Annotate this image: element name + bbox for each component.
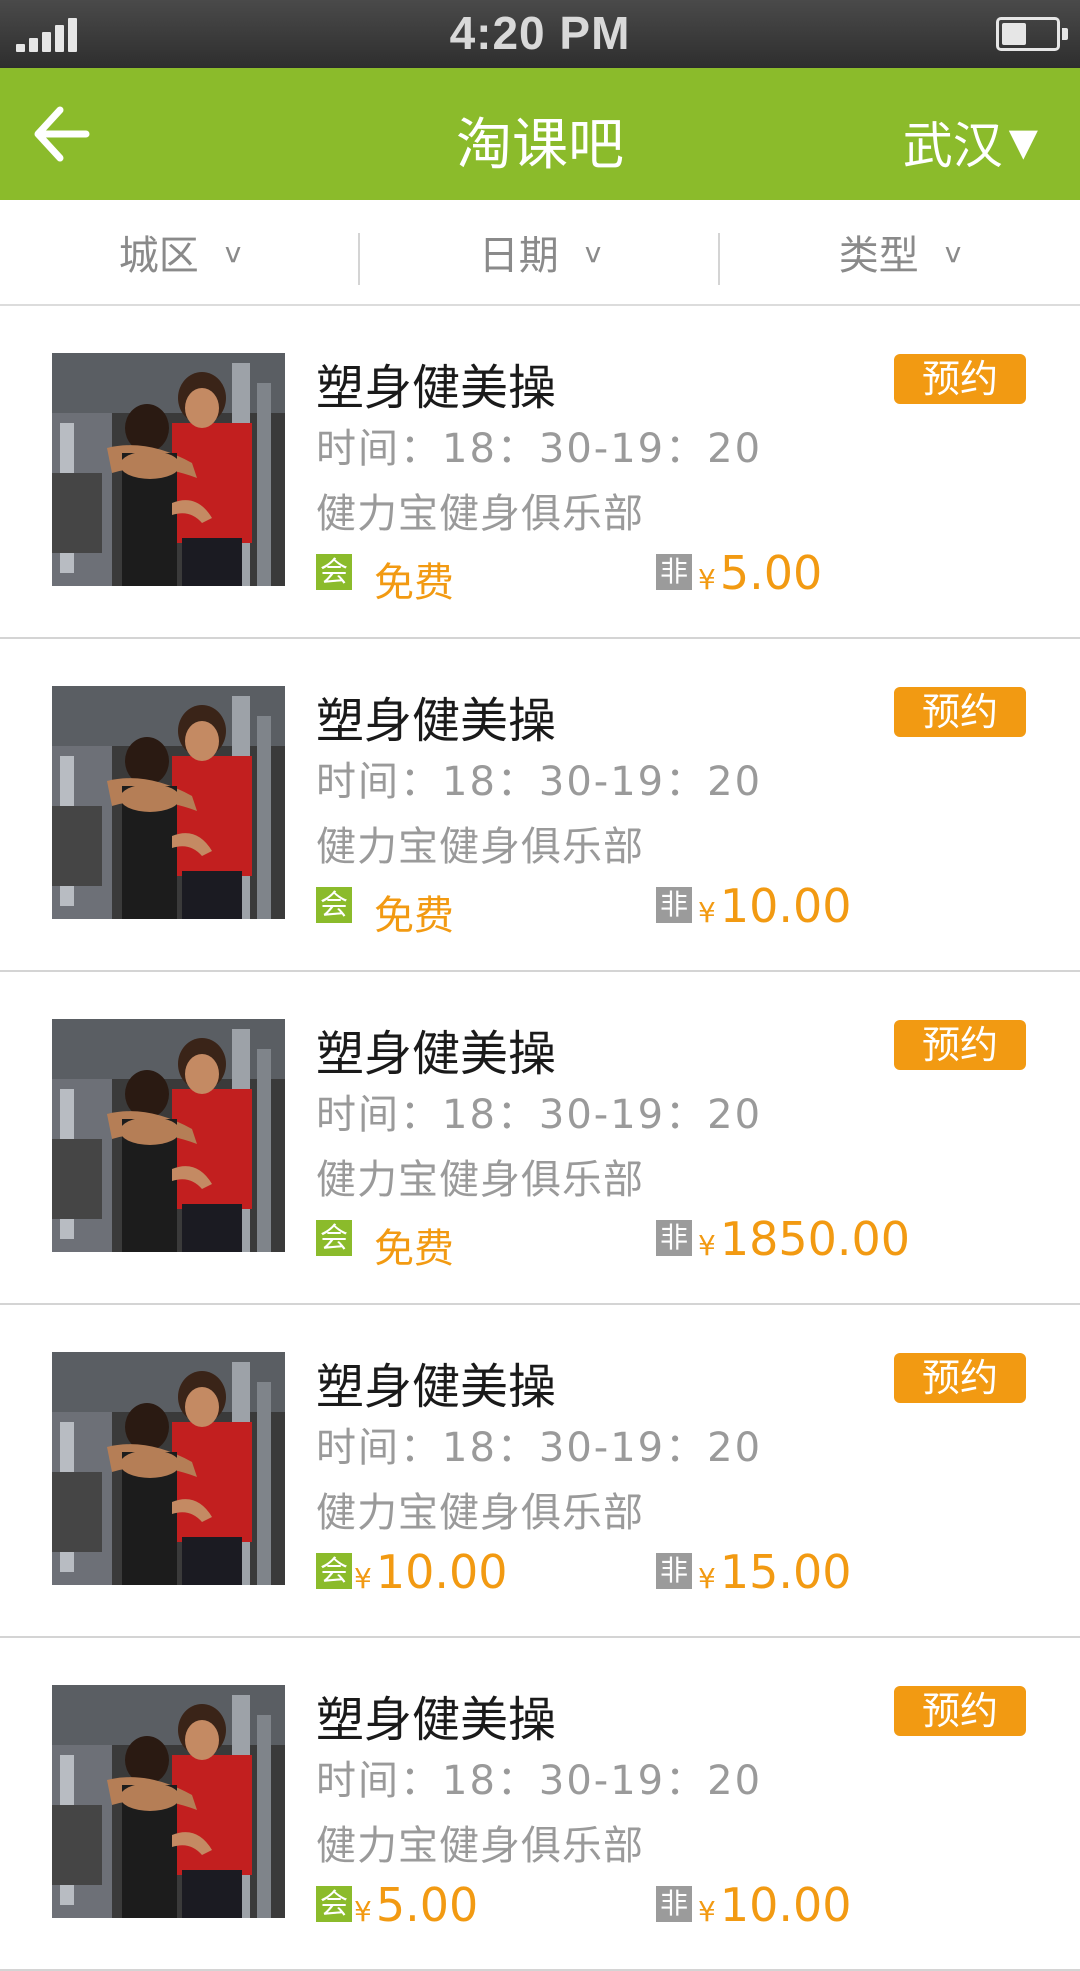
price-row: 会 ¥5.00 非 ¥10.00	[316, 1874, 1036, 1934]
member-price-value: 10.00	[375, 1545, 508, 1599]
nonmember-badge: 非	[656, 554, 692, 590]
member-badge: 会	[316, 1886, 352, 1922]
course-name: 塑身健美操	[316, 1026, 557, 1082]
currency-symbol: ¥	[698, 1895, 716, 1928]
book-button[interactable]: 预约	[894, 1686, 1026, 1736]
nonmember-badge: 非	[656, 887, 692, 923]
member-badge: 会	[316, 1553, 352, 1589]
price-row: 会 免费 非 ¥5.00	[316, 542, 1036, 606]
currency-symbol: ¥	[354, 1895, 372, 1928]
nonmember-price-value: 10.00	[719, 1878, 852, 1932]
filter-label: 日期	[478, 233, 559, 279]
member-badge: 会	[316, 1220, 352, 1256]
course-time: 时间：18：30-19：20	[316, 426, 763, 472]
list-item[interactable]: 塑身健美操 时间：18：30-19：20 健力宝健身俱乐部 预约 会 免费 非 …	[0, 306, 1080, 639]
list-item[interactable]: 塑身健美操 时间：18：30-19：20 健力宝健身俱乐部 预约 会 ¥5.00…	[0, 1638, 1080, 1971]
course-thumbnail	[52, 353, 285, 586]
status-bar: 4:20 PM	[0, 0, 1080, 68]
member-price: 免费	[374, 883, 454, 941]
price-row: 会 免费 非 ¥10.00	[316, 875, 1036, 939]
list-item[interactable]: 塑身健美操 时间：18：30-19：20 健力宝健身俱乐部 预约 会 免费 非 …	[0, 639, 1080, 972]
member-price-value: 免费	[374, 893, 454, 939]
course-time: 时间：18：30-19：20	[316, 1425, 763, 1471]
city-selector[interactable]: 武汉 ▼	[903, 106, 1038, 178]
list-item[interactable]: 塑身健美操 时间：18：30-19：20 健力宝健身俱乐部 预约 会 免费 非 …	[0, 972, 1080, 1305]
course-time: 时间：18：30-19：20	[316, 759, 763, 805]
currency-symbol: ¥	[354, 1562, 372, 1595]
member-price-value: 5.00	[375, 1878, 479, 1932]
book-button[interactable]: 预约	[894, 687, 1026, 737]
course-list: 塑身健美操 时间：18：30-19：20 健力宝健身俱乐部 预约 会 免费 非 …	[0, 306, 1080, 1971]
nonmember-price-value: 5.00	[719, 546, 823, 600]
nonmember-badge: 非	[656, 1553, 692, 1589]
currency-symbol: ¥	[698, 1229, 716, 1262]
list-item[interactable]: 塑身健美操 时间：18：30-19：20 健力宝健身俱乐部 预约 会 ¥10.0…	[0, 1305, 1080, 1638]
filter-label: 类型	[838, 233, 919, 279]
currency-symbol: ¥	[698, 563, 716, 596]
nonmember-price: ¥10.00	[698, 1878, 852, 1932]
nonmember-price: ¥15.00	[698, 1545, 852, 1599]
price-row: 会 ¥10.00 非 ¥15.00	[316, 1541, 1036, 1601]
member-badge: 会	[316, 554, 352, 590]
course-thumbnail	[52, 1352, 285, 1585]
nonmember-price: ¥10.00	[698, 879, 852, 933]
club-name: 健力宝健身俱乐部	[316, 1157, 644, 1203]
chevron-down-icon: v	[584, 235, 602, 269]
course-time: 时间：18：30-19：20	[316, 1758, 763, 1804]
course-thumbnail	[52, 686, 285, 919]
filter-label: 城区	[118, 233, 199, 279]
filter-type[interactable]: 类型 v	[720, 199, 1080, 305]
club-name: 健力宝健身俱乐部	[316, 1490, 644, 1536]
nonmember-badge: 非	[656, 1886, 692, 1922]
member-price: 免费	[374, 1216, 454, 1274]
filter-bar: 城区 v 日期 v 类型 v	[0, 200, 1080, 306]
status-time: 4:20 PM	[449, 7, 631, 59]
book-button[interactable]: 预约	[894, 354, 1026, 404]
course-thumbnail	[52, 1019, 285, 1252]
book-button[interactable]: 预约	[894, 1020, 1026, 1070]
member-price: 免费	[374, 550, 454, 608]
club-name: 健力宝健身俱乐部	[316, 824, 644, 870]
chevron-down-icon: v	[944, 235, 962, 269]
course-name: 塑身健美操	[316, 1359, 557, 1415]
nav-bar: 淘课吧 武汉 ▼	[0, 68, 1080, 200]
filter-district[interactable]: 城区 v	[0, 199, 360, 305]
member-badge: 会	[316, 887, 352, 923]
member-price: ¥10.00	[354, 1545, 508, 1599]
currency-symbol: ¥	[698, 896, 716, 929]
member-price-value: 免费	[374, 560, 454, 606]
city-label: 武汉	[902, 117, 1003, 175]
club-name: 健力宝健身俱乐部	[316, 491, 644, 537]
course-name: 塑身健美操	[316, 1692, 557, 1748]
book-button[interactable]: 预约	[894, 1353, 1026, 1403]
filter-date[interactable]: 日期 v	[360, 199, 720, 305]
chevron-down-icon: v	[224, 235, 242, 269]
nonmember-badge: 非	[656, 1220, 692, 1256]
course-time: 时间：18：30-19：20	[316, 1092, 763, 1138]
course-name: 塑身健美操	[316, 693, 557, 749]
club-name: 健力宝健身俱乐部	[316, 1823, 644, 1869]
currency-symbol: ¥	[698, 1562, 716, 1595]
member-price-value: 免费	[374, 1226, 454, 1272]
chevron-down-icon: ▼	[1008, 120, 1038, 164]
price-row: 会 免费 非 ¥1850.00	[316, 1208, 1036, 1272]
member-price: ¥5.00	[354, 1878, 478, 1932]
nonmember-price-value: 1850.00	[719, 1212, 911, 1266]
nonmember-price: ¥1850.00	[698, 1212, 910, 1266]
battery-icon	[996, 17, 1068, 51]
nonmember-price: ¥5.00	[698, 546, 822, 600]
nonmember-price-value: 10.00	[719, 879, 852, 933]
nonmember-price-value: 15.00	[719, 1545, 852, 1599]
course-thumbnail	[52, 1685, 285, 1918]
course-name: 塑身健美操	[316, 360, 557, 416]
